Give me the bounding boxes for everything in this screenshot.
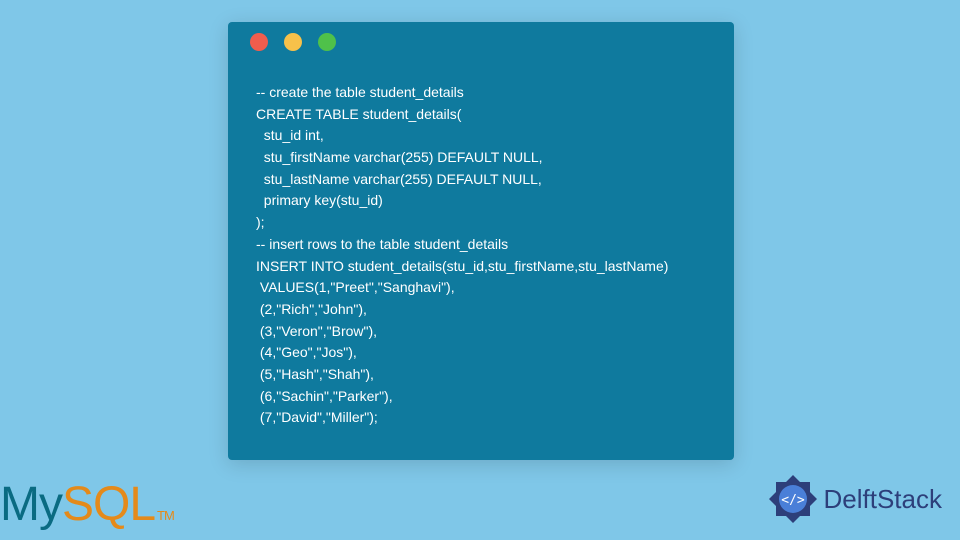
code-line: stu_lastName varchar(255) DEFAULT NULL, [256, 171, 542, 187]
mysql-logo-sql: SQL [62, 478, 155, 531]
code-line: primary key(stu_id) [256, 192, 383, 208]
mysql-logo-my: My [0, 478, 62, 531]
code-line: (4,"Geo","Jos"), [256, 344, 357, 360]
minimize-icon [284, 33, 302, 51]
code-line: stu_id int, [256, 127, 324, 143]
svg-text:</>: </> [781, 493, 805, 508]
code-line: -- create the table student_details [256, 84, 464, 100]
window-titlebar [228, 22, 734, 62]
mysql-logo: MySQLTM [0, 477, 174, 532]
maximize-icon [318, 33, 336, 51]
code-line: -- insert rows to the table student_deta… [256, 236, 508, 252]
code-line: (2,"Rich","John"), [256, 301, 367, 317]
code-line: (6,"Sachin","Parker"), [256, 388, 393, 404]
code-window: -- create the table student_details CREA… [228, 22, 734, 460]
code-block: -- create the table student_details CREA… [228, 62, 734, 429]
code-line: stu_firstName varchar(255) DEFAULT NULL, [256, 149, 543, 165]
code-line: CREATE TABLE student_details( [256, 106, 461, 122]
code-line: (3,"Veron","Brow"), [256, 323, 377, 339]
code-line: (7,"David","Miller"); [256, 409, 378, 425]
close-icon [250, 33, 268, 51]
code-line: (5,"Hash","Shah"), [256, 366, 374, 382]
delftstack-logo: </> DelftStack [766, 472, 943, 526]
delftstack-logo-text: DelftStack [824, 484, 943, 515]
delftstack-badge-icon: </> [766, 472, 820, 526]
code-line: VALUES(1,"Preet","Sanghavi"), [256, 279, 455, 295]
code-line: ); [256, 214, 265, 230]
code-line: INSERT INTO student_details(stu_id,stu_f… [256, 258, 668, 274]
mysql-logo-tm: TM [157, 508, 174, 523]
